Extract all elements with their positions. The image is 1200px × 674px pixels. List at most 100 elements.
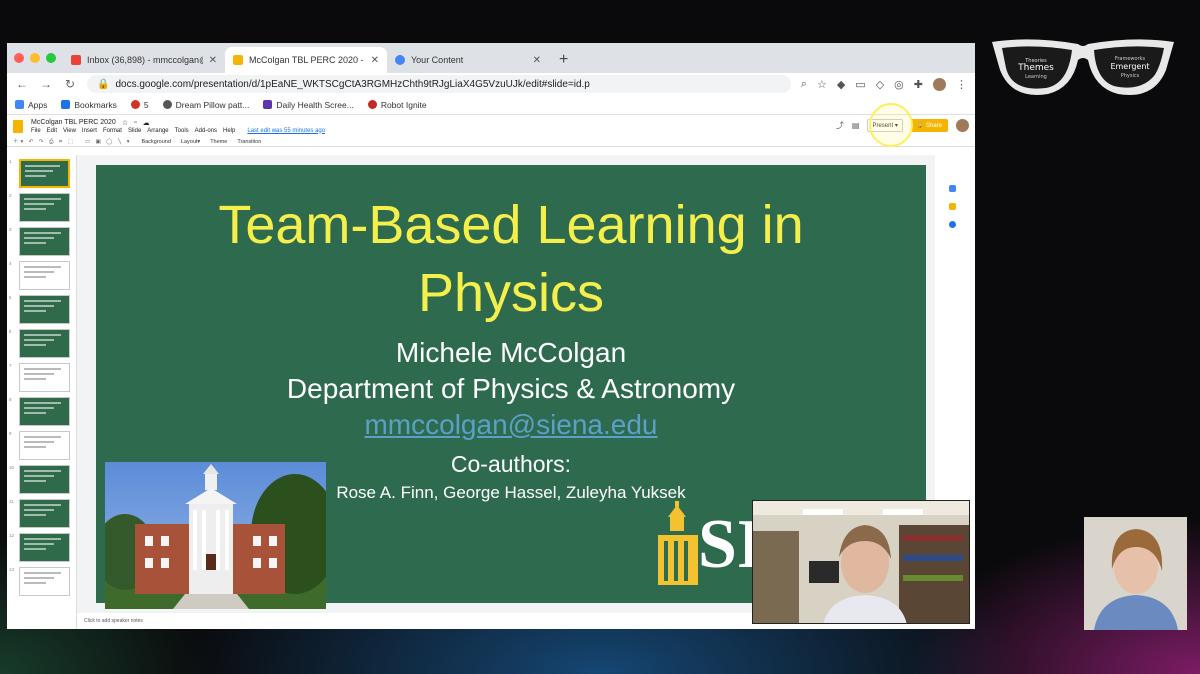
slide-thumbnail-number: 6	[9, 329, 12, 334]
glasses-wordcloud-logo: Theories Themes Learning Frameworks Emer…	[992, 39, 1174, 95]
extension-icons: ⌕ ☆ ◆ ▭ ◇ ◎ ✚ ⋮	[801, 77, 967, 91]
slide-thumbnail[interactable]	[19, 193, 70, 222]
slide-thumbnail[interactable]	[19, 227, 70, 256]
slide-thumbnail-number: 3	[9, 227, 12, 232]
comments-icon[interactable]: ▤	[852, 121, 860, 130]
bookmark-daily-health[interactable]: Daily Health Scree...	[263, 100, 354, 110]
slide-thumbnail[interactable]	[19, 567, 70, 596]
slide-thumbnail[interactable]	[19, 329, 70, 358]
transition-button[interactable]: Transition	[237, 139, 261, 145]
theme-button[interactable]: Theme	[210, 139, 227, 145]
tab-your-content[interactable]: Your Content ✕	[387, 47, 549, 73]
share-button[interactable]: 🔒 Share	[910, 119, 948, 132]
cast-icon[interactable]: ▭	[855, 78, 865, 91]
gmail-icon	[71, 55, 81, 65]
menu-add-ons[interactable]: Add-ons	[195, 128, 217, 134]
apps-grid-icon	[15, 100, 24, 109]
star-icon[interactable]: ☆	[817, 78, 827, 91]
profile-avatar[interactable]	[933, 77, 946, 91]
calendar-icon[interactable]	[949, 185, 956, 192]
extension-icon[interactable]: ◎	[894, 78, 904, 91]
google-slides-icon[interactable]	[13, 119, 23, 133]
check-icon	[130, 100, 140, 109]
slide-thumbnail[interactable]	[19, 431, 70, 460]
slide-thumbnail-number: 12	[9, 533, 15, 538]
bookmarks-bar: Apps Bookmarks 5 Dream Pillow patt... Da…	[7, 95, 975, 115]
tab-slides[interactable]: McColgan TBL PERC 2020 - G ✕	[225, 47, 387, 73]
slides-header: McColgan TBL PERC 2020 ☆ ▫ ☁ File Edit V…	[7, 115, 975, 137]
keep-icon[interactable]	[949, 203, 956, 210]
bookmark-apps[interactable]: Apps	[15, 100, 47, 110]
slide-thumbnail[interactable]	[19, 465, 70, 494]
slide-title[interactable]: Team-Based Learning in Physics	[96, 191, 926, 327]
slide-thumbnail-number: 9	[9, 431, 12, 436]
title-line-1: Team-Based Learning in	[218, 195, 804, 255]
reload-icon[interactable]: ↻	[63, 77, 77, 91]
slide-thumbnail-number: 4	[9, 261, 12, 266]
cloud-icon: ☁	[142, 119, 150, 127]
menu-help[interactable]: Help	[223, 128, 235, 134]
menu-file[interactable]: File	[31, 128, 41, 134]
move-folder-icon[interactable]: ▫	[134, 119, 136, 126]
menu-format[interactable]: Format	[103, 128, 122, 134]
bookmark-robot-ignite[interactable]: Robot Ignite	[367, 100, 427, 110]
slide-thumbnail-number: 8	[9, 397, 12, 402]
lock-icon: 🔒	[97, 78, 110, 90]
dropbox-icon[interactable]: ◇	[876, 78, 884, 91]
slide-thumbnail[interactable]	[19, 533, 70, 562]
slide-thumbnail[interactable]	[19, 499, 70, 528]
minimize-window-button[interactable]	[30, 53, 40, 63]
close-window-button[interactable]	[14, 53, 24, 63]
slide-thumbnail[interactable]	[19, 159, 70, 188]
new-slide-icon[interactable]: ＋▾ ↶ ↷ ⎙ ⌗ ⬚	[13, 137, 75, 146]
presenter-webcam	[752, 500, 970, 624]
slide-thumbnail[interactable]	[19, 397, 70, 426]
author-email[interactable]: mmccolgan@siena.edu	[96, 409, 926, 441]
slide-thumbnail[interactable]	[19, 295, 70, 324]
search-icon[interactable]: ⌕	[801, 78, 807, 91]
more-icon[interactable]: ⋮	[956, 78, 967, 91]
tab-gmail[interactable]: Inbox (36,898) - mmccolgan@ ✕	[63, 47, 225, 73]
slide-thumbnail-number: 1	[9, 159, 12, 164]
menu-view[interactable]: View	[63, 128, 76, 134]
slide-thumbnail-number: 2	[9, 193, 12, 198]
menu-tools[interactable]: Tools	[175, 128, 189, 134]
title-line-2: Physics	[417, 263, 605, 323]
tasks-icon[interactable]	[949, 221, 956, 228]
document-title[interactable]: McColgan TBL PERC 2020	[31, 119, 116, 126]
menu-slide[interactable]: Slide	[128, 128, 141, 134]
slide-thumbnail[interactable]	[19, 261, 70, 290]
slide-thumbnail-number: 13	[9, 567, 15, 572]
author-name[interactable]: Michele McColgan	[96, 337, 926, 369]
puzzle-icon[interactable]: ✚	[914, 78, 923, 91]
address-bar: ← → ↻ 🔒 docs.google.com/presentation/d/1…	[7, 73, 975, 95]
menu-edit[interactable]: Edit	[47, 128, 57, 134]
menu-arrange[interactable]: Arrange	[147, 128, 168, 134]
tab-strip: Inbox (36,898) - mmccolgan@ ✕ McColgan T…	[7, 43, 975, 73]
background-button[interactable]: Background	[142, 139, 171, 145]
new-tab-button[interactable]: +	[549, 51, 578, 73]
bookmark-dream-pillow[interactable]: Dream Pillow patt...	[162, 100, 249, 110]
bookmark-5[interactable]: 5	[130, 100, 149, 110]
forward-icon[interactable]: →	[39, 77, 53, 91]
menu-insert[interactable]: Insert	[82, 128, 97, 134]
bookmark-folder[interactable]: Bookmarks	[61, 100, 117, 110]
zoom-window-button[interactable]	[46, 53, 56, 63]
extension-icon[interactable]: ◆	[837, 78, 845, 91]
back-icon[interactable]: ←	[15, 77, 29, 91]
robot-icon	[367, 100, 377, 109]
college-building-photo[interactable]	[105, 462, 326, 609]
last-edit-link[interactable]: Last edit was 55 minutes ago	[247, 128, 325, 134]
layout-button[interactable]: Layout▾	[181, 139, 200, 145]
account-avatar[interactable]	[956, 119, 969, 132]
url-input[interactable]: 🔒 docs.google.com/presentation/d/1pEaNE_…	[87, 75, 791, 93]
insert-tools-icon[interactable]: ▭ ▣ ◯ ╲ ▾	[85, 139, 132, 145]
department[interactable]: Department of Physics & Astronomy	[96, 373, 926, 405]
close-tab-icon[interactable]: ✕	[371, 55, 379, 66]
activity-icon[interactable]: ⤴	[836, 120, 844, 131]
slide-thumbnail[interactable]	[19, 363, 70, 392]
close-tab-icon[interactable]: ✕	[209, 55, 217, 66]
tab-title: Inbox (36,898) - mmccolgan@	[87, 55, 203, 65]
close-tab-icon[interactable]: ✕	[533, 55, 541, 66]
star-icon[interactable]: ☆	[122, 119, 128, 127]
